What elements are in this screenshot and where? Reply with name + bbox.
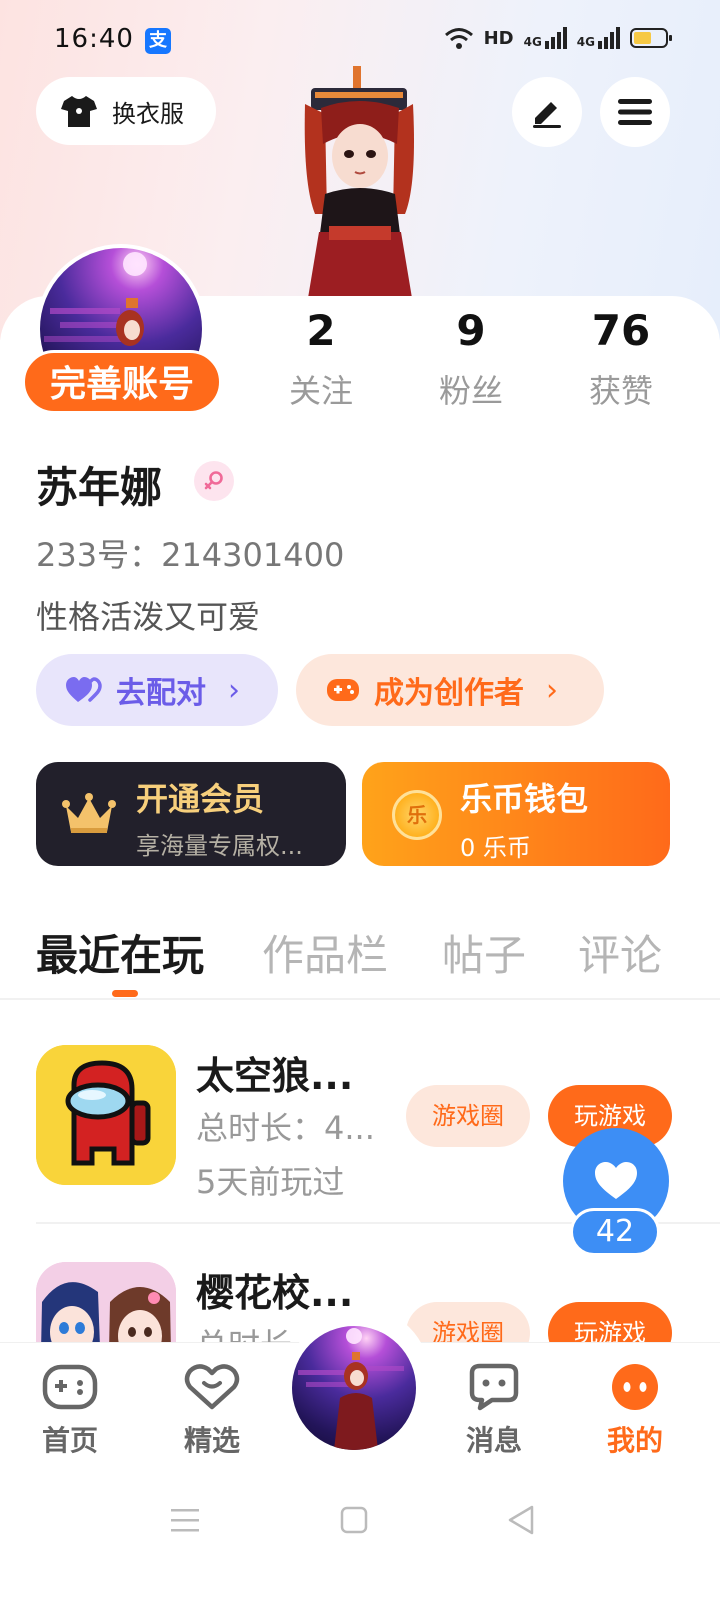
double-heart-icon	[66, 677, 102, 702]
vip-subtitle: 享海量专属权...	[136, 832, 303, 860]
tab-recently-played[interactable]: 最近在玩	[36, 922, 204, 983]
vip-membership-card[interactable]: 开通会员 享海量专属权...	[36, 762, 346, 866]
back-triangle-icon[interactable]	[506, 1504, 536, 1536]
game-title: 樱花校...	[196, 1271, 354, 1315]
complete-account-button[interactable]: 完善账号	[22, 350, 222, 414]
tshirt-icon	[61, 96, 97, 127]
avatar-image	[298, 1328, 404, 1450]
chevron-right-icon: ›	[228, 672, 240, 708]
active-tab-indicator	[112, 990, 138, 997]
status-time: 16:40	[54, 24, 134, 54]
home-square-icon[interactable]	[340, 1506, 368, 1534]
system-navigation-bar	[0, 1490, 720, 1550]
nav-label-featured: 精选	[183, 1424, 240, 1457]
stat-following-label: 关注	[288, 372, 353, 410]
username: 苏年娜	[36, 463, 163, 512]
game-circle-button[interactable]: 游戏圈	[406, 1085, 530, 1147]
game-title: 太空狼...	[196, 1054, 354, 1098]
center-avatar-button[interactable]	[292, 1326, 416, 1450]
tab-comments[interactable]: 评论	[578, 922, 662, 983]
tab-works[interactable]: 作品栏	[262, 922, 388, 983]
edit-profile-button[interactable]	[512, 77, 582, 147]
chevron-right-icon: ›	[546, 672, 558, 708]
battery-level	[634, 32, 651, 44]
nav-item-home[interactable]: 首页	[20, 1363, 120, 1459]
wallet-title: 乐币钱包	[460, 780, 589, 818]
game-last-played: 5天前玩过	[196, 1163, 345, 1201]
nav-label-me: 我的	[606, 1424, 663, 1457]
change-outfit-button[interactable]: 换衣服	[36, 77, 216, 145]
coin-wallet-card[interactable]: 乐 乐币钱包 0 乐币	[362, 762, 670, 866]
become-creator-button[interactable]: 成为创作者 ›	[296, 654, 604, 726]
recent-apps-icon[interactable]	[170, 1506, 200, 1534]
heart-icon	[595, 1162, 637, 1199]
stat-following-count: 2	[306, 306, 336, 355]
stat-likes-count: 76	[591, 306, 651, 355]
wifi-icon	[444, 28, 473, 49]
vip-title: 开通会员	[136, 780, 265, 818]
nav-item-me[interactable]: 我的	[585, 1363, 685, 1459]
change-outfit-label: 换衣服	[112, 99, 184, 128]
menu-button[interactable]	[600, 77, 670, 147]
match-button[interactable]: 去配对 ›	[36, 654, 278, 726]
stat-fans[interactable]: 9 粉丝	[406, 306, 536, 412]
crown-icon	[62, 793, 116, 833]
stat-fans-count: 9	[456, 306, 486, 355]
stat-following[interactable]: 2 关注	[256, 306, 386, 412]
nav-item-featured[interactable]: 精选	[162, 1363, 262, 1459]
coin-icon: 乐	[392, 790, 442, 840]
status-bar: 16:40 支 HD 4G 4G	[0, 22, 720, 62]
network-4g-label-2: 4G	[576, 35, 595, 49]
like-count-badge: 42	[570, 1208, 660, 1256]
become-creator-label: 成为创作者	[374, 676, 524, 711]
network-hd-label: HD	[483, 27, 514, 49]
hamburger-menu-icon	[618, 99, 652, 125]
gamepad-icon	[42, 1364, 98, 1410]
game-total-duration: 总时长：4...	[196, 1109, 375, 1147]
stat-likes-label: 获赞	[588, 372, 653, 410]
female-gender-icon	[194, 461, 234, 501]
network-4g-label-1: 4G	[523, 35, 542, 49]
signal-strength-icon	[544, 27, 567, 49]
avatar-3d-figure[interactable]	[285, 64, 435, 304]
game-controller-icon	[327, 679, 359, 701]
user-id: 233号：214301400	[36, 536, 345, 574]
nav-label-home: 首页	[41, 1424, 98, 1457]
me-icon	[612, 1364, 658, 1410]
wallet-balance: 0 乐币	[460, 834, 531, 862]
nav-item-messages[interactable]: 消息	[444, 1363, 544, 1459]
game-icon-among-us[interactable]	[36, 1045, 176, 1185]
user-bio: 性格活泼又可爱	[36, 598, 261, 636]
pencil-icon	[533, 102, 561, 128]
signal-strength-icon	[598, 27, 620, 49]
heart-chat-icon	[184, 1364, 240, 1410]
battery-icon	[630, 28, 672, 48]
stat-likes[interactable]: 76 获赞	[556, 306, 686, 412]
stat-fans-label: 粉丝	[438, 372, 503, 410]
alipay-notification-icon: 支	[145, 28, 171, 54]
tab-divider	[0, 998, 720, 1000]
message-icon	[469, 1363, 519, 1411]
nav-label-messages: 消息	[465, 1424, 522, 1457]
tab-posts[interactable]: 帖子	[442, 922, 526, 983]
match-button-label: 去配对	[116, 676, 206, 711]
status-indicators: HD 4G 4G	[444, 26, 672, 50]
